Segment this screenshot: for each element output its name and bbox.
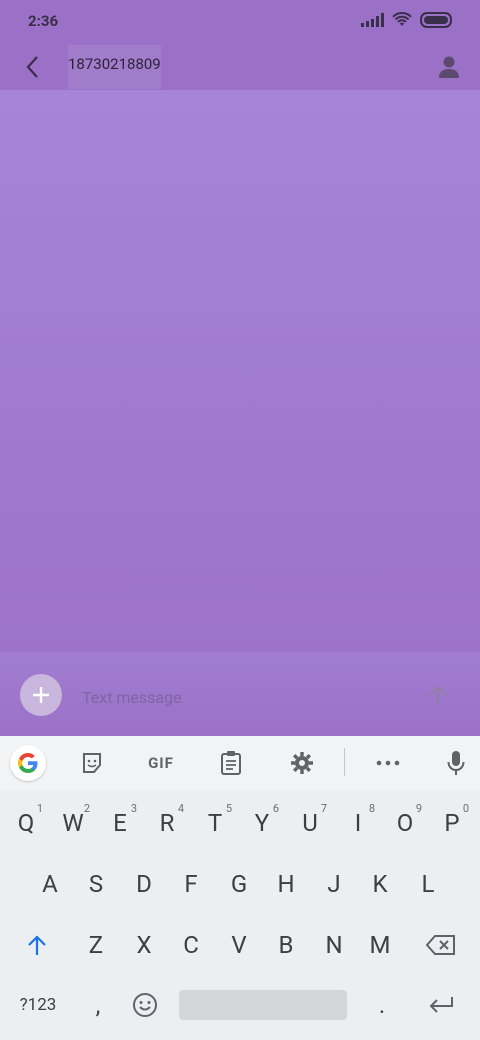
- more-horizontal-icon: [376, 760, 400, 766]
- shift-key[interactable]: [14, 918, 60, 972]
- compose-bar: [0, 652, 480, 736]
- contact-button[interactable]: [432, 50, 466, 84]
- space-bar[interactable]: [179, 990, 347, 1020]
- clipboard-icon: [221, 751, 241, 775]
- settings-button[interactable]: [284, 745, 320, 781]
- key-t[interactable]: T5: [192, 796, 238, 850]
- clipboard-button[interactable]: [213, 745, 249, 781]
- more-button[interactable]: [370, 745, 406, 781]
- smiley-icon: [133, 993, 157, 1017]
- plus-icon: [33, 687, 49, 703]
- send-button[interactable]: [418, 676, 458, 716]
- key-u[interactable]: U7: [287, 796, 333, 850]
- key-c[interactable]: C: [168, 918, 214, 972]
- microphone-icon: [447, 751, 465, 775]
- conversation-area[interactable]: [0, 90, 480, 652]
- key-l[interactable]: L: [405, 857, 451, 911]
- conversation-header: 18730218809: [0, 44, 480, 90]
- key-f[interactable]: F: [168, 857, 214, 911]
- message-input[interactable]: [80, 678, 394, 716]
- key-e[interactable]: E3: [97, 796, 143, 850]
- key-k[interactable]: K: [357, 857, 403, 911]
- key-r[interactable]: R4: [144, 796, 190, 850]
- key-z[interactable]: Z: [73, 918, 119, 972]
- key-m[interactable]: M: [357, 918, 403, 972]
- enter-icon: [429, 997, 453, 1013]
- backspace-icon: [426, 935, 455, 955]
- key-j[interactable]: J: [311, 857, 357, 911]
- shift-arrow-icon: [28, 935, 46, 955]
- keyboard-toolbar: GIF: [0, 736, 480, 790]
- key-h[interactable]: H: [263, 857, 309, 911]
- toolbar-divider: [344, 748, 345, 776]
- status-icons: [361, 12, 452, 28]
- key-g[interactable]: G: [216, 857, 262, 911]
- gif-button[interactable]: GIF: [140, 745, 182, 781]
- google-button[interactable]: [10, 745, 46, 781]
- period-key[interactable]: .: [359, 978, 405, 1032]
- key-q[interactable]: Q1: [3, 796, 49, 850]
- symbols-key[interactable]: ?123: [14, 978, 62, 1032]
- sticker-icon: [83, 753, 101, 773]
- back-button[interactable]: [16, 50, 50, 84]
- backspace-key[interactable]: [418, 918, 464, 972]
- key-x[interactable]: X: [121, 918, 167, 972]
- key-n[interactable]: N: [311, 918, 357, 972]
- keyboard: GIF Q 1 W 2 E 3 R 4 T 5 Y 6 U 7 I 8 O 9 …: [0, 736, 480, 1040]
- key-v[interactable]: V: [216, 918, 262, 972]
- key-i[interactable]: I8: [335, 796, 381, 850]
- contact-number[interactable]: 18730218809: [68, 45, 161, 89]
- key-y[interactable]: Y6: [239, 796, 285, 850]
- person-icon: [439, 56, 459, 78]
- gear-icon: [291, 752, 313, 774]
- key-a[interactable]: A: [27, 857, 73, 911]
- key-w[interactable]: W2: [50, 796, 96, 850]
- sticker-button[interactable]: [74, 745, 110, 781]
- key-p[interactable]: P0: [429, 796, 475, 850]
- battery-icon: [420, 12, 452, 28]
- key-o[interactable]: O9: [382, 796, 428, 850]
- google-icon: [18, 753, 38, 773]
- key-b[interactable]: B: [263, 918, 309, 972]
- wifi-icon: [392, 12, 412, 26]
- key-s[interactable]: S: [73, 857, 119, 911]
- emoji-key[interactable]: [122, 978, 168, 1032]
- add-attachment-button[interactable]: [20, 674, 62, 716]
- key-d[interactable]: D: [121, 857, 167, 911]
- send-arrow-icon: [429, 685, 447, 706]
- enter-key[interactable]: [418, 978, 464, 1032]
- back-arrow-icon: [26, 56, 38, 78]
- status-bar: 2:36: [0, 0, 480, 44]
- status-time: 2:36: [28, 12, 59, 30]
- voice-input-button[interactable]: [438, 745, 474, 781]
- comma-key[interactable]: ,: [75, 978, 121, 1032]
- cell-signal-icon: [361, 13, 384, 27]
